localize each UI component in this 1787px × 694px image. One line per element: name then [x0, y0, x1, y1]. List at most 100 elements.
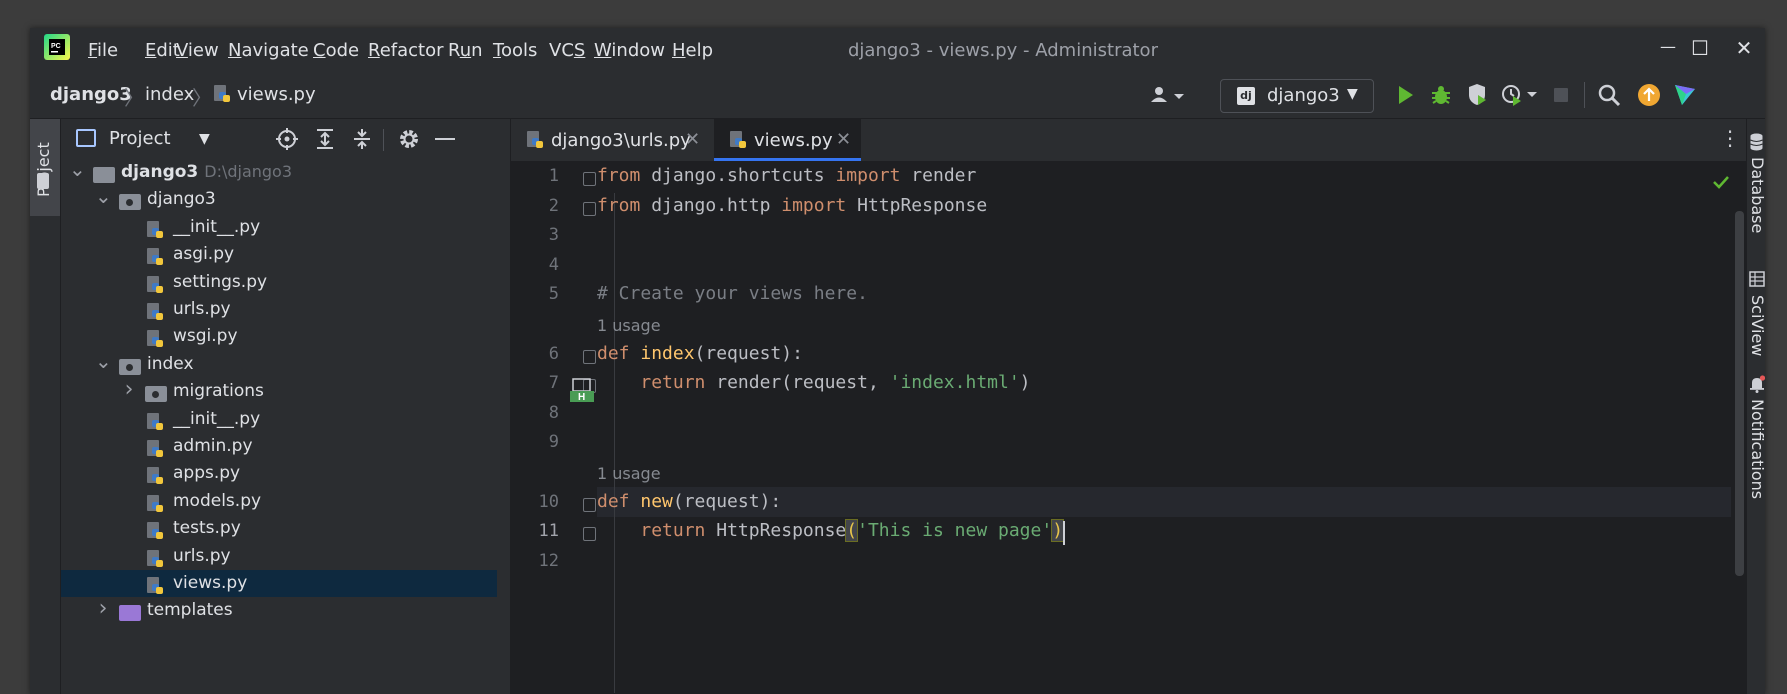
tree-item[interactable]: wsgi.py — [61, 323, 497, 350]
line-number[interactable]: 10 — [511, 492, 559, 512]
breadcrumb-folder[interactable]: index — [145, 84, 194, 105]
menu-item-file[interactable]: File — [88, 40, 118, 61]
code-line[interactable]: def new(request): — [597, 491, 781, 512]
tree-item[interactable]: models.py — [61, 488, 497, 515]
tree-item[interactable]: apps.py — [61, 460, 497, 487]
pycharm-logo-icon[interactable]: PC — [44, 34, 70, 60]
line-number[interactable]: 6 — [511, 344, 559, 364]
menu-item-refactor[interactable]: Refactor — [368, 40, 444, 61]
expand-all-icon[interactable] — [313, 127, 337, 155]
gutter-marker[interactable]: H — [569, 377, 595, 403]
more-tabs-icon[interactable]: · · · — [1725, 122, 1735, 156]
hide-panel-icon[interactable] — [435, 138, 455, 140]
line-number[interactable]: 3 — [511, 225, 559, 245]
tree-item[interactable]: tests.py — [61, 515, 497, 542]
code-line[interactable]: from django.http import HttpResponse — [597, 195, 987, 216]
fold-marker-icon[interactable] — [583, 527, 596, 542]
tree-item[interactable]: __init__.py — [61, 406, 497, 433]
stop-icon[interactable] — [1548, 82, 1574, 108]
collapse-all-icon[interactable] — [350, 127, 374, 155]
line-number[interactable]: 12 — [511, 551, 559, 571]
coverage-shield-icon[interactable] — [1464, 82, 1490, 108]
run-icon[interactable] — [1392, 82, 1418, 108]
fold-marker-icon[interactable] — [583, 497, 596, 512]
vcs-user-icon[interactable] — [1150, 85, 1190, 107]
line-number[interactable]: 8 — [511, 403, 559, 423]
chevron-down-icon[interactable]: ⌄ — [69, 157, 86, 181]
line-number[interactable]: 7 — [511, 373, 559, 393]
code-line[interactable]: # Create your views here. — [597, 283, 868, 304]
project-panel-title[interactable]: Project — [109, 128, 171, 149]
code-token: return — [640, 520, 706, 542]
code-content[interactable]: 1 usage 1 usage from django.shortcuts impo… — [597, 161, 1727, 694]
menu-item-tools[interactable]: Tools — [493, 40, 537, 61]
line-number[interactable]: 1 — [511, 166, 559, 186]
tree-item[interactable]: ⌄ index — [61, 349, 497, 378]
jetbrains-ai-icon[interactable] — [1672, 82, 1698, 108]
code-token: ) — [1051, 519, 1065, 543]
menu-item-vcs[interactable]: VCS — [549, 40, 585, 61]
update-available-icon[interactable] — [1636, 82, 1662, 108]
close-tab-icon[interactable]: ✕ — [685, 129, 700, 150]
fold-marker-icon[interactable] — [583, 349, 596, 364]
menu-item-view[interactable]: View — [176, 40, 219, 61]
tree-item[interactable]: __init__.py — [61, 214, 497, 241]
line-number[interactable]: 9 — [511, 432, 559, 452]
project-tool-tab[interactable]: Project — [30, 119, 60, 216]
line-number[interactable]: 2 — [511, 196, 559, 216]
tab-views-py[interactable]: views.py ✕ — [714, 119, 861, 161]
chevron-right-icon[interactable]: › — [95, 596, 111, 621]
check-mark-icon[interactable] — [1712, 173, 1730, 195]
tree-item[interactable]: › templates — [61, 596, 497, 624]
bell-icon[interactable] — [1748, 375, 1765, 397]
close-button[interactable]: ✕ — [1724, 36, 1764, 60]
tree-item[interactable]: ⌄ django3 D:\django3 — [61, 157, 497, 186]
fold-marker-icon[interactable] — [583, 201, 596, 216]
breadcrumb-file[interactable]: views.py — [237, 84, 316, 105]
fold-marker-icon[interactable] — [583, 172, 596, 186]
profile-run-icon[interactable] — [1500, 82, 1540, 108]
menu-item-run[interactable]: Run — [448, 40, 483, 61]
menu-item-navigate[interactable]: Navigate — [228, 40, 309, 61]
run-configuration-selector[interactable]: dj django3 ▼ — [1220, 79, 1374, 113]
usage-hint[interactable]: 1 usage — [597, 464, 661, 483]
search-icon[interactable] — [1596, 82, 1622, 108]
menu-item-code[interactable]: Code — [313, 40, 359, 61]
menu-item-edit[interactable]: Edit — [145, 40, 180, 61]
chevron-right-icon[interactable]: › — [121, 377, 137, 402]
chevron-down-icon[interactable]: ▼ — [199, 131, 210, 147]
usage-hint[interactable]: 1 usage — [597, 316, 661, 335]
gear-icon[interactable] — [397, 127, 421, 155]
sciview-tool-tab[interactable]: SciView — [1748, 295, 1765, 356]
line-number[interactable]: 4 — [511, 255, 559, 275]
code-line[interactable]: def index(request): — [597, 343, 803, 364]
tree-item[interactable]: admin.py — [61, 433, 497, 460]
database-tool-tab[interactable]: Database — [1748, 157, 1765, 233]
tab-urls-py[interactable]: django3\urls.py ✕ — [511, 119, 714, 161]
line-number[interactable]: 11 — [511, 521, 559, 541]
tree-item[interactable]: urls.py — [61, 543, 497, 570]
code-line[interactable]: from django.shortcuts import render — [597, 165, 976, 186]
line-number[interactable]: 5 — [511, 284, 559, 304]
menu-item-help[interactable]: Help — [672, 40, 713, 61]
sciview-icon[interactable] — [1749, 271, 1765, 291]
chevron-down-icon[interactable]: ⌄ — [95, 184, 112, 208]
menu-item-window[interactable]: Window — [594, 40, 665, 61]
chevron-down-icon[interactable]: ⌄ — [95, 349, 112, 373]
editor-scrollbar[interactable] — [1731, 161, 1746, 694]
notifications-tool-tab[interactable]: Notifications — [1748, 399, 1765, 499]
close-tab-icon[interactable]: ✕ — [836, 129, 851, 150]
tree-item[interactable]: views.py — [61, 570, 497, 598]
maximize-button[interactable]: ☐ — [1680, 36, 1720, 60]
database-icon[interactable] — [1748, 133, 1765, 155]
tree-item[interactable]: asgi.py — [61, 241, 497, 268]
locate-file-icon[interactable] — [275, 127, 299, 155]
tree-item[interactable]: urls.py — [61, 296, 497, 323]
tree-item[interactable]: ⌄ django3 — [61, 184, 497, 213]
debug-bug-icon[interactable] — [1428, 82, 1454, 108]
breadcrumb-project[interactable]: django3 — [50, 84, 132, 105]
code-line[interactable]: return render(request, 'index.html') — [597, 372, 1030, 393]
tree-item[interactable]: settings.py — [61, 269, 497, 296]
tree-item[interactable]: › migrations — [61, 377, 497, 405]
code-line[interactable]: return HttpResponse('This is new page') — [597, 519, 1065, 543]
